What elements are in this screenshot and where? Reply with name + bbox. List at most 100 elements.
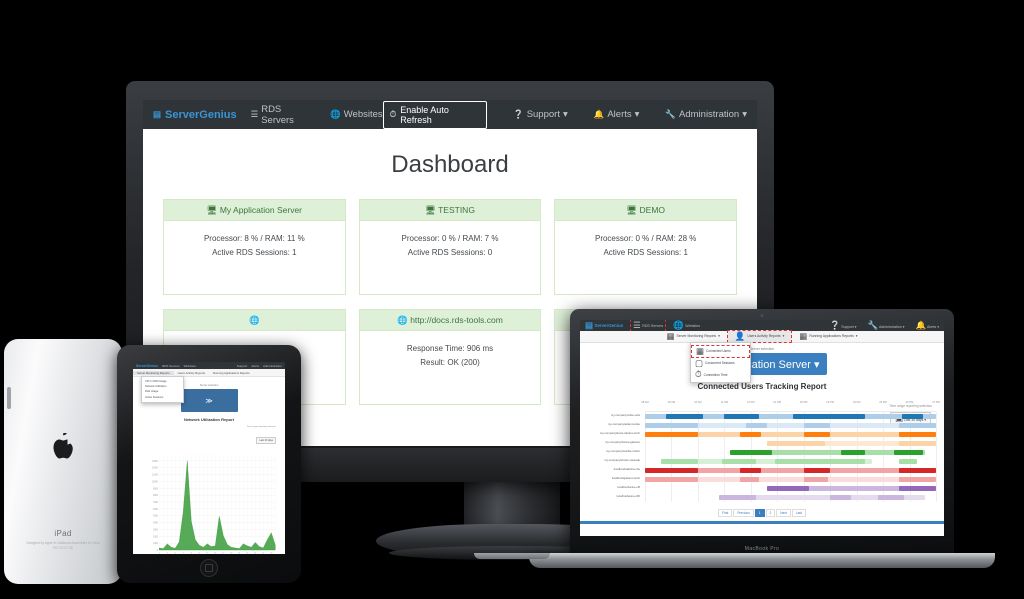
ipad-home-button[interactable] [200, 559, 218, 577]
grid-line [936, 430, 937, 439]
nav-item-support[interactable]: ❔ Support ▾ [830, 321, 857, 330]
nav-item-alerts[interactable]: 🔔 Alerts ▾ [594, 109, 640, 120]
menu-item-active-sessions[interactable]: Active Sessions [142, 395, 183, 400]
nav-item-websites[interactable]: 🌐 Websites [330, 109, 383, 120]
nav-item-administration[interactable]: Administration [263, 364, 282, 368]
gantt-row[interactable] [645, 475, 937, 484]
gantt-row[interactable] [645, 430, 937, 439]
time-range-dropdown[interactable]: Last 30 days [256, 437, 276, 444]
axis-tick: 04 PM [852, 401, 861, 404]
gantt-row[interactable] [645, 493, 937, 502]
nav-item-websites[interactable]: Websites [184, 364, 196, 368]
nav-item-administration[interactable]: 🔧 Administration ▾ [665, 109, 747, 120]
card-body: Processor: 0 % / RAM: 28 % Active RDS Se… [555, 221, 736, 294]
chevron-down-icon: ▾ [855, 334, 858, 338]
card-body: Response Time: 906 ms Result: OK (200) [360, 331, 541, 404]
pagination-item[interactable]: Previous [733, 509, 754, 518]
chevron-down-icon: ▾ [718, 334, 720, 338]
gantt-row[interactable] [645, 412, 937, 421]
gantt-label: localhost\sabrina.che [613, 467, 640, 471]
svg-text:13: 13 [206, 552, 208, 554]
nav-item-websites[interactable]: 🌐 Websites [673, 321, 700, 330]
grid-line [697, 439, 699, 448]
menu-item-connected-users[interactable]: ▦ Connected Users [691, 344, 750, 358]
gantt-row[interactable] [645, 457, 937, 466]
gantt-row[interactable] [645, 484, 937, 493]
gantt-bar [898, 441, 936, 446]
pagination-item[interactable]: First [718, 509, 733, 518]
nav-item-alerts[interactable]: 🔔 Alerts ▾ [916, 321, 939, 330]
macbook-base [529, 553, 995, 568]
card-metric-sessions: Active RDS Sessions: 1 [212, 247, 297, 257]
gantt-bar [898, 423, 936, 428]
menu-item-concurrent-sessions[interactable]: ▢ Concurrent Sessions [691, 358, 750, 369]
page-title: Dashboard [391, 151, 509, 178]
svg-text:9: 9 [191, 552, 192, 554]
gantt-label: localhost\anne.off2 [616, 494, 640, 498]
card-header: 🖥 TESTING [359, 200, 541, 221]
gantt-bar [740, 477, 759, 482]
gantt-bar [898, 477, 936, 482]
gantt-row[interactable] [645, 466, 937, 475]
submenu-server-monitoring-reports[interactable]: ▦ Server Monitoring Reports ▾ [660, 331, 727, 342]
svg-text:25: 25 [254, 552, 256, 554]
pagination-item[interactable]: Next [776, 509, 791, 518]
gantt-bar [766, 441, 825, 446]
nav-item-rds-servers[interactable]: RDS Servers [162, 364, 180, 368]
axis-tick: 02 PM [799, 401, 808, 404]
server-card[interactable]: 🖥 TESTING Processor: 0 % / RAM: 7 % Acti… [358, 199, 542, 295]
card-title: http://docs.rds-tools.com [410, 315, 503, 325]
nav-item-support[interactable]: ❔ Support ▾ [513, 109, 568, 120]
menu-item-connection-time[interactable]: ⏱ Connection Time [691, 369, 750, 380]
gantt-bar [830, 495, 852, 500]
globe-icon: 🌐 [673, 320, 684, 331]
submenu-running-applications-reports[interactable]: ▦ Running Applications Reports ▾ [792, 331, 864, 342]
gantt-bar [803, 432, 831, 437]
svg-text:5000: 5000 [153, 516, 158, 518]
gantt-row[interactable] [645, 421, 937, 430]
gantt-bar [724, 414, 759, 419]
svg-text:10000: 10000 [152, 481, 159, 483]
axis-tick: 01 PM [773, 401, 782, 404]
pagination-item[interactable]: 1 [754, 509, 765, 518]
brand-logo[interactable]: ServerGenius [136, 364, 158, 368]
server-card[interactable]: 🖥 My Application Server Processor: 8 % /… [163, 199, 346, 295]
list-icon: ☰ [250, 109, 259, 120]
website-card[interactable]: 🌐 http://docs.rds-tools.com Response Tim… [358, 309, 542, 405]
server-card[interactable]: 🖥 DEMO Processor: 0 % / RAM: 28 % Active… [554, 199, 738, 295]
nav-item-administration[interactable]: 🔧 Administration ▾ [868, 321, 905, 330]
pagination-item[interactable]: 2 [765, 509, 776, 518]
brand-logo[interactable]: ▤ ServerGenius [153, 109, 237, 121]
nav-item-support[interactable]: Support [237, 364, 248, 368]
desktop-navbar: ▤ ServerGenius ☰ RDS Servers 🌐 Websites … [143, 100, 757, 129]
grid-line [724, 439, 726, 448]
brand-logo[interactable]: ▤ ServerGenius [585, 321, 623, 330]
ipad-navbar: ServerGenius RDS Servers Websites Suppor… [133, 362, 285, 369]
grid-line [697, 484, 699, 493]
chevron-down-icon: ▾ [562, 109, 568, 120]
clock-icon: ⏱ [389, 109, 397, 120]
submenu-users-activity-reports[interactable]: Users Activity Reports [174, 371, 209, 375]
svg-text:3: 3 [167, 552, 168, 554]
gantt-row[interactable] [645, 439, 937, 448]
server-icon: 🖥 [425, 205, 436, 215]
webcam-icon [760, 314, 764, 317]
pagination-item[interactable]: Last [791, 509, 806, 518]
gantt-label: my-company\adam.lemke [607, 422, 640, 426]
nav-item-rds-servers[interactable]: ☰ RDS Servers [630, 320, 667, 332]
axis-tick: 08 AM [641, 401, 649, 404]
grid-line [936, 439, 937, 448]
server-selection-label: Server selection [749, 347, 775, 351]
nav-item-rds-servers[interactable]: ☰ RDS Servers [251, 104, 317, 126]
grid-line [724, 448, 726, 457]
navbar-right-group: Support Alerts Administration [237, 364, 282, 368]
enable-auto-refresh-button[interactable]: ⏱ Enable Auto Refresh [382, 100, 488, 129]
card-metric-cpu-ram: Processor: 0 % / RAM: 7 % [401, 234, 499, 243]
server-selection-button[interactable]: ≫ [180, 389, 238, 412]
nav-item-alerts[interactable]: Alerts [251, 364, 259, 368]
macbook-device: ▤ ServerGenius ☰ RDS Servers 🌐 Websites … [570, 309, 954, 557]
submenu-running-applications-reports[interactable]: Running Applications Reports [209, 371, 254, 375]
gantt-row[interactable] [645, 448, 937, 457]
gantt-bar [740, 468, 762, 473]
submenu-server-monitoring-reports[interactable]: Server Monitoring Reports [133, 370, 174, 375]
